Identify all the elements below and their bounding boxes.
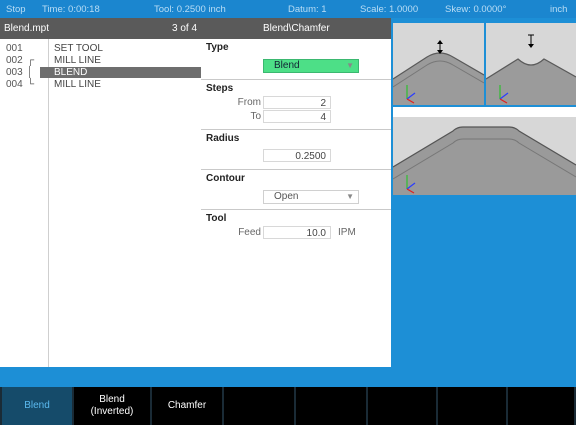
chevron-down-icon: ▼ [346,61,354,70]
list-item[interactable]: 002 ┌ MILL LINE [0,55,201,66]
step-number: 002 [6,55,23,66]
form-title: Blend\Chamfer [263,23,330,34]
softkey-bar: Blend Blend (Inverted) Chamfer [0,387,576,425]
status-bar: Stop Time: 0:00:18 Tool: 0.2500 inch Dat… [0,0,576,18]
step-label: MILL LINE [54,79,101,90]
step-label: SET TOOL [54,43,103,54]
step-number: 004 [6,79,23,90]
contour-value: Open [274,191,299,202]
type-label: Type [206,42,229,53]
blend-form: Type Blend ▼ Steps From 2 To 4 Radius 0.… [201,39,391,367]
from-field[interactable]: 2 [263,96,331,109]
softkey-empty-8[interactable] [508,387,574,425]
form-header: Blend\Chamfer [201,18,391,39]
softkey-empty-6[interactable] [368,387,436,425]
softkey-label: Blend [99,394,125,405]
blend-preview-2 [486,23,576,105]
contour-label: Contour [206,173,245,184]
type-value: Blend [274,60,300,71]
list-item[interactable]: 001 SET TOOL [0,43,201,54]
step-label: BLEND [40,67,214,78]
blend-preview-1 [393,23,484,105]
feed-field[interactable]: 10.0 [263,226,331,239]
from-label: From [237,97,261,108]
softkey-empty-4[interactable] [224,387,294,425]
softkey-label: Chamfer [167,400,207,411]
steps-section: Steps From 2 To 4 [201,80,391,130]
step-label: MILL LINE [54,55,101,66]
contour-section: Contour Open ▼ [201,170,391,210]
group-bracket: │ [27,67,34,78]
feed-unit: IPM [338,227,356,238]
tool-section: Tool Feed 10.0 IPM [201,210,391,248]
softkey-label: Blend [24,400,50,411]
list-item-selected[interactable]: 003 │ BLEND [0,67,214,78]
softkey-blend-inverted[interactable]: Blend (Inverted) [74,387,150,425]
status-skew: Skew: 0.0000° [445,4,507,15]
blend-preview-3 [393,107,576,195]
status-mode: Stop [6,4,26,15]
softkey-empty-5[interactable] [296,387,366,425]
type-section: Type Blend ▼ [201,39,391,80]
softkey-chamfer[interactable]: Chamfer [152,387,222,425]
status-units: inch [550,4,568,15]
status-time: Time: 0:00:18 [42,4,100,15]
radius-label: Radius [206,133,240,144]
tool-label: Tool [206,213,227,224]
feed-label: Feed [238,227,261,238]
softkey-blend[interactable]: Blend [2,387,72,425]
group-bracket: └ [27,79,35,90]
program-list-header: Blend.mpt 3 of 4 [0,18,201,39]
softkey-label-line2: (Inverted) [90,406,134,417]
status-datum: Datum: 1 [288,4,327,15]
program-filename: Blend.mpt [4,23,50,34]
program-position: 3 of 4 [172,23,198,34]
radius-section: Radius 0.2500 [201,130,391,170]
radius-field[interactable]: 0.2500 [263,149,331,162]
status-scale: Scale: 1.0000 [360,4,419,15]
list-item[interactable]: 004 └ MILL LINE [0,79,201,90]
steps-label: Steps [206,83,234,94]
group-bracket: ┌ [27,55,35,66]
type-dropdown[interactable]: Blend ▼ [263,59,359,73]
softkey-empty-7[interactable] [438,387,506,425]
contour-dropdown[interactable]: Open ▼ [263,190,359,204]
to-field[interactable]: 4 [263,110,331,123]
status-tool: Tool: 0.2500 inch [154,4,226,15]
to-label: To [250,111,261,122]
step-number: 003 [6,67,23,78]
program-list: 001 SET TOOL 002 ┌ MILL LINE 003 │ BLEND… [0,39,214,367]
bottom-bar [0,367,576,387]
chevron-down-icon: ▼ [346,192,354,201]
step-number: 001 [6,43,23,54]
